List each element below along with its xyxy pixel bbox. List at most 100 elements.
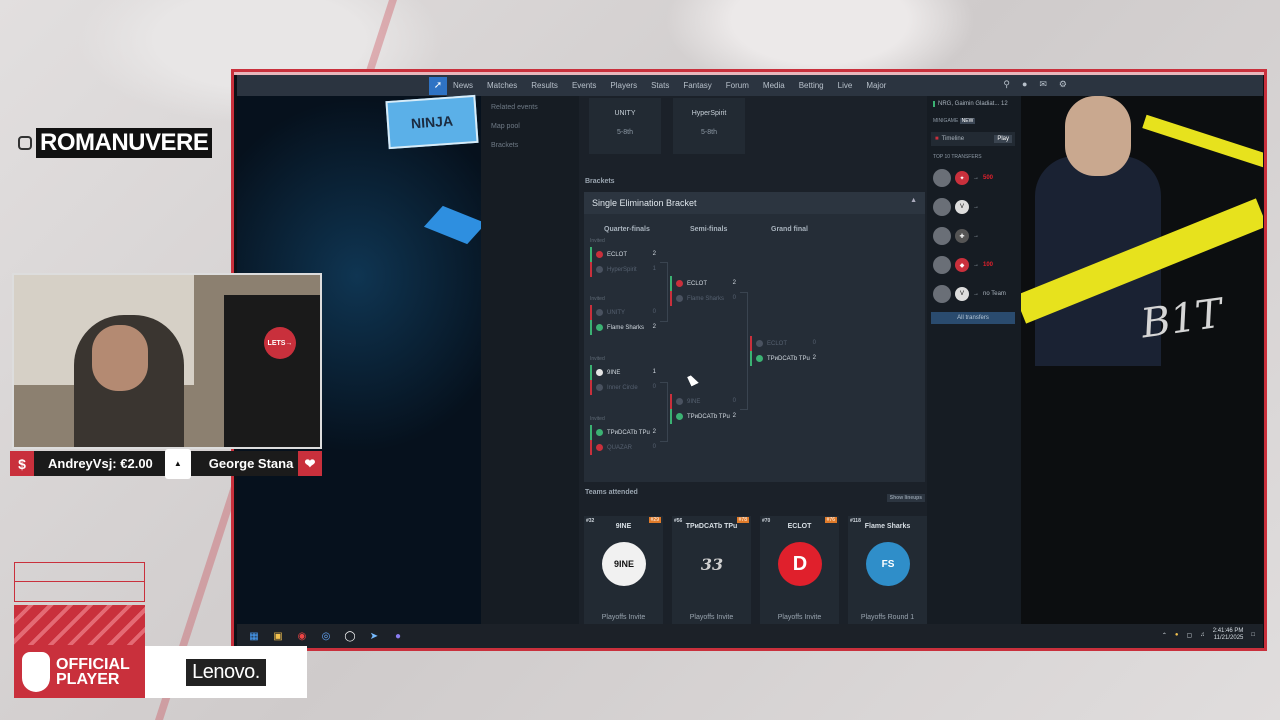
steam-icon[interactable]: ➤ [367, 629, 381, 643]
team-card-9ine[interactable]: #32 #29 9INE 9INE Playoffs Invite [584, 516, 663, 628]
team-card-flame-sharks[interactable]: #118 Flame Sharks FS Playoffs Round 1 [848, 516, 927, 628]
qf-match-2[interactable]: Invited UNITY 0 Flame Sharks 2 [590, 296, 660, 335]
sidebar-brackets[interactable]: Brackets [491, 142, 518, 149]
mail-icon[interactable]: ✉ [1039, 79, 1047, 90]
nav-matches[interactable]: Matches [487, 81, 517, 90]
network-icon[interactable]: ▢ [1187, 632, 1193, 639]
team-icon [756, 355, 763, 362]
clock[interactable]: 2:41:46 PM 11/21/2025 [1213, 628, 1244, 642]
team-score: 0 [652, 384, 656, 390]
nav-news[interactable]: News [453, 81, 473, 90]
chevron-up-icon[interactable]: ⌃ [1162, 632, 1167, 639]
timeline-icon: ■ [935, 136, 939, 142]
team-name: Flame Sharks [687, 295, 725, 302]
team-icon [596, 324, 603, 331]
bracket-connector [740, 292, 748, 410]
nav-live[interactable]: Live [838, 81, 853, 90]
team-name: Inner Circle [607, 384, 638, 391]
sf-match-1[interactable]: ECLOT 2 Flame Sharks 0 [670, 276, 740, 306]
gf-match[interactable]: ECLOT 0 ТРиDCATb TPu 2 [750, 336, 820, 366]
team-score: 0 [652, 309, 656, 315]
qf-match-4[interactable]: Invited ТРиDCATb TPu 2 QUAZAR 0 [590, 416, 660, 455]
nav-results[interactable]: Results [531, 81, 558, 90]
transfer-row[interactable]: V → no Team [933, 282, 1013, 306]
player-avatar [933, 227, 951, 245]
heart-icon: ❤ [298, 451, 322, 476]
site-logo-icon[interactable]: ➚ [429, 76, 447, 95]
sidebar-related-events[interactable]: Related events [491, 104, 538, 111]
donation-bar: $ AndreyVsj: €2.00 ▲ George Stana ❤ [10, 448, 322, 479]
nav-icons: ⚲ ● ✉ ⚙ [1003, 79, 1067, 90]
official-line2: PLAYER [56, 670, 120, 688]
ninja-logo: NINJA [385, 94, 479, 150]
nav-forum[interactable]: Forum [726, 81, 749, 90]
player-banner-ad: B1T [1021, 96, 1263, 648]
team-row: Flame Sharks 0 [670, 291, 740, 306]
placement-card-hyperspirit[interactable]: HyperSpirit 5-8th [673, 98, 745, 154]
sf-match-2[interactable]: 9INE 0 ТРиDCATb TPu 2 [670, 394, 740, 424]
team-name: HyperSpirit [607, 266, 637, 273]
transfer-row[interactable]: ✚ → [933, 224, 1013, 248]
team-name: 9INE [687, 398, 701, 405]
team-name: ТРиDCATb TPu [607, 429, 650, 436]
minigame-label: MINIGAME NEW [933, 118, 976, 124]
transfer-row[interactable]: ✦ → 500 [933, 166, 1013, 190]
team-logo-eclot: D [778, 542, 822, 586]
team-row: 9INE 0 [670, 394, 740, 409]
team-card-eclot[interactable]: #70 #76 ECLOT D Playoffs Invite [760, 516, 839, 628]
transfer-row[interactable]: V → [933, 195, 1013, 219]
qf-match-3[interactable]: Invited 9INE 1 Inner Circle 0 [590, 356, 660, 395]
chrome-icon[interactable]: ◉ [295, 629, 309, 643]
nav-media[interactable]: Media [763, 81, 785, 90]
player-head [1065, 96, 1131, 176]
app-icon[interactable]: ◎ [319, 629, 333, 643]
volume-icon[interactable]: ♫ [1200, 632, 1205, 638]
brackets-heading: Brackets [585, 178, 615, 185]
notification-icon[interactable]: □ [1251, 632, 1255, 638]
nav-events[interactable]: Events [572, 81, 596, 90]
team-logo-icon: V [955, 200, 969, 214]
nav-players[interactable]: Players [610, 81, 637, 90]
search-icon[interactable]: ⚲ [1003, 79, 1010, 90]
team-card-trudcatb[interactable]: #56 #78 ТРиDCATb TPu 33 Playoffs Invite [672, 516, 751, 628]
team-score: 2 [652, 324, 656, 330]
col-quarterfinals: Quarter-finals [604, 226, 650, 233]
show-lineups-button[interactable]: Show lineups [886, 494, 925, 502]
instagram-icon [18, 136, 32, 150]
placement-card-unity[interactable]: UNITY 5-8th [589, 98, 661, 154]
bell-icon[interactable]: ● [1022, 79, 1027, 90]
match-label: Invited [590, 416, 605, 422]
mic-icon[interactable]: ● [1175, 632, 1179, 638]
team-status: Playoffs Round 1 [860, 614, 915, 621]
live-match-item[interactable]: NRG, Gaimin Gladiat... 12 [933, 101, 1008, 107]
transfer-row[interactable]: ◆ → 100 [933, 253, 1013, 277]
team-name: ECLOT [607, 251, 628, 258]
main-content: UNITY 5-8th HyperSpirit 5-8th Brackets S… [579, 96, 927, 648]
discord-icon[interactable]: ● [391, 629, 405, 643]
bracket-title[interactable]: Single Elimination Bracket [584, 192, 925, 214]
overlay-box [14, 582, 145, 602]
all-transfers-link[interactable]: All transfers [931, 312, 1015, 324]
nav-stats[interactable]: Stats [651, 81, 669, 90]
lion-logo-icon [22, 651, 50, 692]
official-player-inner: OFFICIAL PLAYER [14, 645, 145, 698]
nav-fantasy[interactable]: Fantasy [683, 81, 711, 90]
collapse-icon[interactable]: ▲ [910, 197, 917, 204]
transfer-destination: 100 [983, 262, 994, 268]
qf-match-1[interactable]: Invited ECLOT 2 HyperSpirit 1 [590, 238, 660, 277]
windows-start-icon[interactable]: ▦ [247, 629, 261, 643]
settings-icon[interactable]: ⚙ [1059, 79, 1067, 90]
play-button[interactable]: Play [994, 135, 1012, 143]
file-explorer-icon[interactable]: ▣ [271, 629, 285, 643]
sidebar-map-pool[interactable]: Map pool [491, 123, 520, 130]
nav-betting[interactable]: Betting [799, 81, 824, 90]
lenovo-sponsor: Lenovo. [145, 646, 307, 698]
timeline-row[interactable]: ■ Timeline Play [931, 132, 1015, 146]
arrow-icon: → [973, 262, 979, 268]
team-logo-9ine: 9INE [602, 542, 646, 586]
nav-major[interactable]: Major [866, 81, 886, 90]
placement-team-name: HyperSpirit [691, 110, 727, 117]
clock-time: 2:41:46 PM [1212, 628, 1244, 634]
browser-screen: ➚ News Matches Results Events Players St… [237, 75, 1263, 648]
obs-icon[interactable]: ◯ [343, 629, 357, 643]
